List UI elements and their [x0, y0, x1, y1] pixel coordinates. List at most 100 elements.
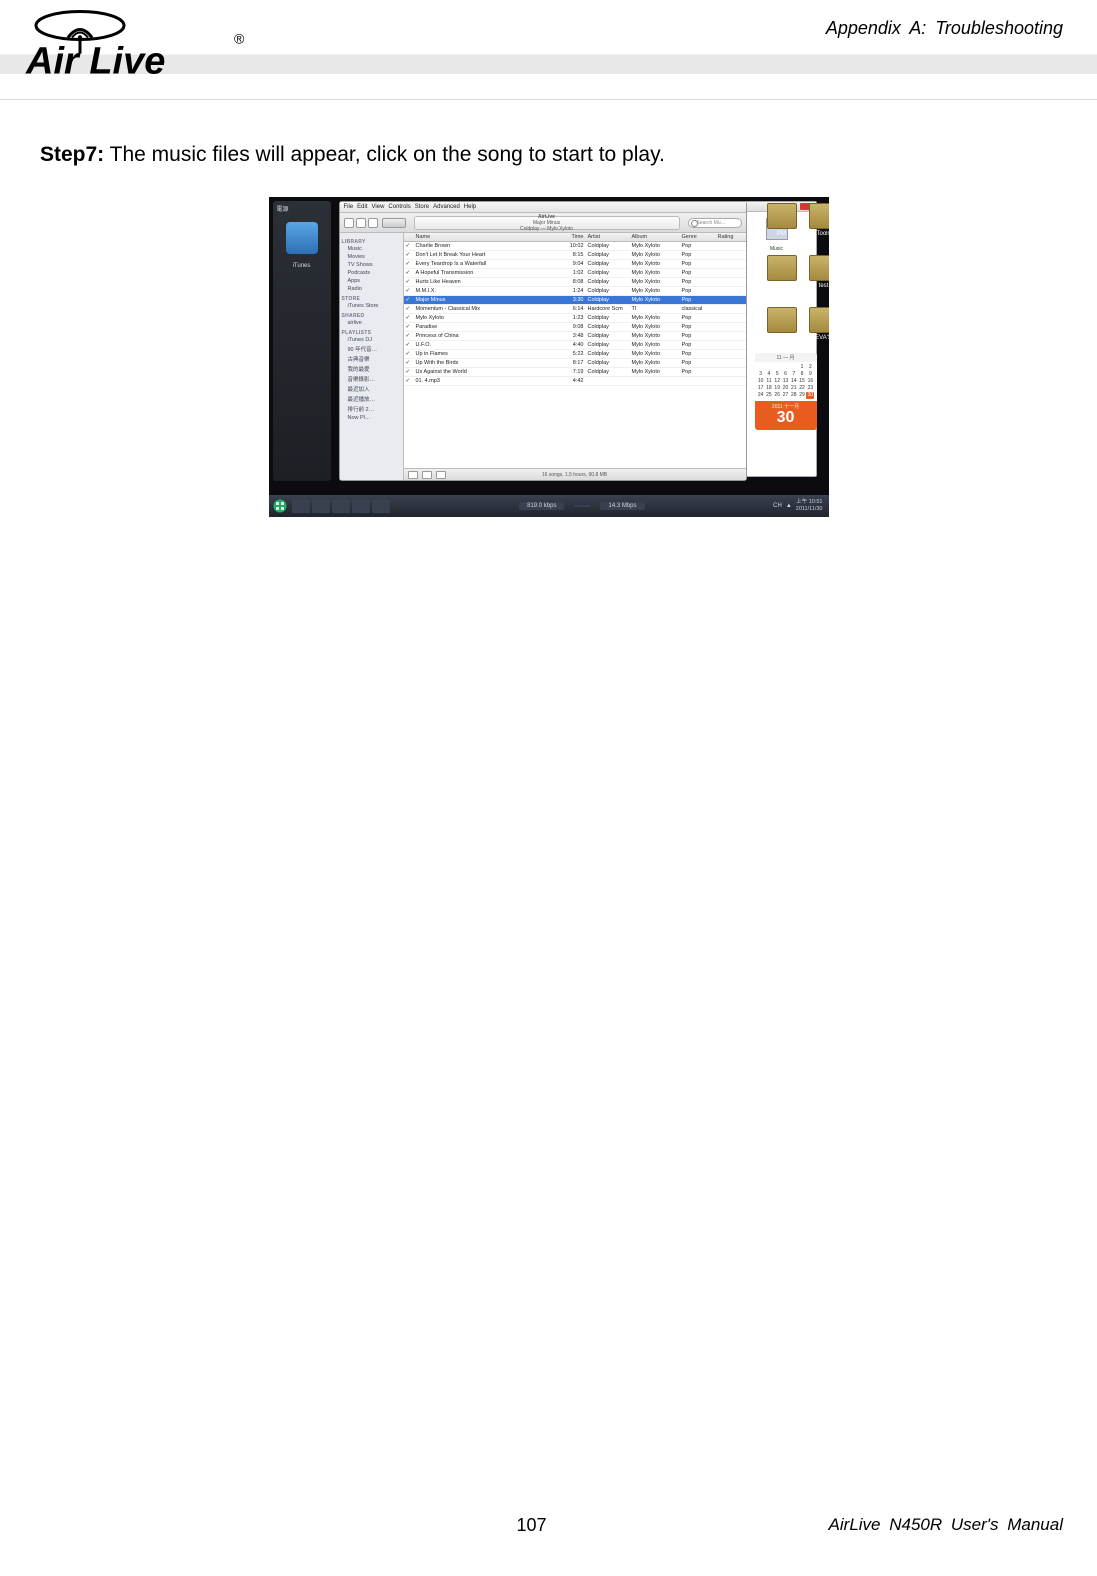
calendar-gadget[interactable]: 11 — 月 123456789101112131415161718192021… — [755, 353, 817, 430]
page-header: Air Live ® Appendix A: Troubleshooting — [0, 0, 1097, 100]
track-list[interactable]: ✓Charlie Brown10:02ColdplayMylo XylotoPo… — [404, 242, 746, 468]
appendix-label: Appendix A: Troubleshooting — [826, 18, 1063, 39]
playback-controls — [344, 218, 378, 228]
net-sep — [574, 505, 590, 507]
column-header[interactable]: Artist — [586, 233, 630, 241]
page-footer: 107 AirLive N450R User's Manual — [0, 1515, 1097, 1536]
desktop-dock: 電源 iTunes — [273, 201, 331, 481]
sidebar-item[interactable]: Apps — [342, 277, 401, 285]
itunes-desktop-icon[interactable] — [286, 222, 318, 254]
dock-label: 電源 — [273, 201, 331, 216]
step-text: Step7: The music files will appear, clic… — [40, 140, 1057, 169]
menu-item[interactable]: Edit — [357, 204, 367, 210]
track-row[interactable]: ✓Hurts Like Heaven8:08ColdplayMylo Xylot… — [404, 278, 746, 287]
column-header[interactable]: Rating — [716, 233, 746, 241]
lang-indicator[interactable]: CH — [773, 503, 782, 509]
sidebar-item[interactable]: iTunes DJ — [342, 336, 401, 344]
clock-time: 上午 10:51 — [796, 499, 823, 506]
track-row[interactable]: ✓01. 4.mp34:42 — [404, 377, 746, 386]
desktop-icon[interactable]: OLD — [761, 255, 803, 303]
column-header[interactable]: Name — [414, 233, 560, 241]
library-summary: 16 songs, 1.5 hours, 90.8 MB — [542, 472, 607, 478]
tray-icon[interactable]: ▲ — [786, 503, 792, 509]
sidebar-item[interactable]: 最近播放… — [342, 394, 401, 404]
track-row[interactable]: ✓Momentum - Classical Mix6:14Hardcore Sc… — [404, 305, 746, 314]
sidebar-item[interactable]: Movies — [342, 253, 401, 261]
taskbar-app-icon[interactable] — [312, 499, 330, 513]
taskbar-app-icon[interactable] — [372, 499, 390, 513]
menu-item[interactable]: Advanced — [433, 204, 460, 210]
menu-item[interactable]: Store — [415, 204, 429, 210]
clock[interactable]: 上午 10:51 2011/11/30 — [796, 499, 823, 513]
svg-text:Air Live: Air Live — [25, 41, 165, 83]
sidebar-item[interactable]: airlive — [342, 319, 401, 327]
menu-item[interactable]: File — [344, 204, 354, 210]
search-input[interactable]: Search Mu… — [688, 218, 742, 228]
step-label: Step7: — [40, 143, 104, 166]
track-row[interactable]: ✓Charlie Brown10:02ColdplayMylo XylotoPo… — [404, 242, 746, 251]
menu-item[interactable]: Controls — [388, 204, 410, 210]
sidebar-item[interactable]: iTunes Store — [342, 302, 401, 310]
column-header[interactable]: Time — [560, 233, 586, 241]
desktop-icon[interactable]: airlive — [761, 307, 803, 355]
play-button[interactable] — [356, 218, 366, 228]
menu-item[interactable]: View — [372, 204, 385, 210]
track-row[interactable]: ✓Princess of China3:48ColdplayMylo Xylot… — [404, 332, 746, 341]
track-list-header[interactable]: NameTimeArtistAlbumGenreRating — [404, 233, 746, 242]
column-header[interactable]: Album — [630, 233, 680, 241]
brand-logo: Air Live ® — [20, 0, 260, 90]
sidebar-item[interactable]: 古典音樂 — [342, 354, 401, 364]
footer-buttons[interactable] — [408, 471, 446, 479]
calendar-date: 2011 十一月 30 — [755, 401, 817, 430]
sidebar-item[interactable]: Now Pl… — [342, 414, 401, 422]
sidebar-item[interactable]: 我的最愛 — [342, 364, 401, 374]
track-row[interactable]: ✓Major Minus3:30ColdplayMylo XylotoPop — [404, 296, 746, 305]
sidebar-item[interactable]: TV Shows — [342, 261, 401, 269]
screenshot: 電源 iTunes Music Vol. 1 11 — 月 1234567891… — [269, 197, 829, 517]
sidebar-item[interactable]: 90 年代音… — [342, 344, 401, 354]
svg-text:®: ® — [234, 31, 245, 47]
desktop-icon[interactable]: test — [803, 255, 829, 303]
track-row[interactable]: ✓Every Teardrop Is a Waterfall9:04Coldpl… — [404, 260, 746, 269]
sidebar-item[interactable]: 排行前 2… — [342, 404, 401, 414]
track-row[interactable]: ✓Us Against the World7:19ColdplayMylo Xy… — [404, 368, 746, 377]
itunes-window[interactable]: FileEdit ViewControls Store Advanced Help Ai… — [339, 201, 747, 481]
sidebar-item[interactable]: Radio — [342, 285, 401, 293]
track-row[interactable]: ✓Up With the Birds8:17ColdplayMylo Xylot… — [404, 359, 746, 368]
prev-button[interactable] — [344, 218, 354, 228]
track-row[interactable]: ✓Up in Flames5:22ColdplayMylo XylotoPop — [404, 350, 746, 359]
track-row[interactable]: ✓Paradise9:08ColdplayMylo XylotoPop — [404, 323, 746, 332]
volume-slider[interactable] — [382, 218, 406, 228]
desktop-icon[interactable]: Tools — [803, 203, 829, 251]
sidebar-item[interactable]: 最近加入 — [342, 384, 401, 394]
sidebar-item[interactable]: 音樂錄影… — [342, 374, 401, 384]
itunes-status-bar: 16 songs, 1.5 hours, 90.8 MB — [404, 468, 746, 480]
itunes-menu-bar[interactable]: FileEdit ViewControls Store Advanced Help — [340, 202, 746, 213]
track-row[interactable]: ✓Don't Let It Break Your Heart8:15Coldpl… — [404, 251, 746, 260]
column-header[interactable] — [404, 233, 414, 241]
start-button[interactable] — [269, 495, 291, 517]
track-row[interactable]: ✓U.F.O.4:40ColdplayMylo XylotoPop — [404, 341, 746, 350]
itunes-sidebar[interactable]: LIBRARYMusicMoviesTV ShowsPodcastsAppsRa… — [340, 233, 404, 480]
desktop-icon[interactable]: EVA'S — [803, 307, 829, 355]
track-row[interactable]: ✓M.M.I.X.1:24ColdplayMylo XylotoPop — [404, 287, 746, 296]
next-button[interactable] — [368, 218, 378, 228]
taskbar-app-icon[interactable] — [332, 499, 350, 513]
net-upload: 819.0 kbps — [519, 502, 564, 510]
now-playing-artist: Coldplay — Mylo Xyloto — [520, 226, 573, 232]
step-description: The music files will appear, click on th… — [110, 143, 665, 166]
sidebar-item[interactable]: Music — [342, 245, 401, 253]
desktop-icon[interactable]: PM — [761, 203, 803, 251]
track-row[interactable]: ✓Mylo Xyloto1:23ColdplayMylo XylotoPop — [404, 314, 746, 323]
taskbar-app-icon[interactable] — [292, 499, 310, 513]
itunes-toolbar: AirLive Major Minus Coldplay — Mylo Xylo… — [340, 213, 746, 233]
menu-item[interactable]: Help — [464, 204, 476, 210]
net-download: 14.3 Mbps — [600, 502, 644, 510]
track-row[interactable]: ✓A Hopeful Transmission1:02ColdplayMylo … — [404, 269, 746, 278]
windows-taskbar[interactable]: 819.0 kbps 14.3 Mbps CH ▲ 上午 10:51 2011/… — [269, 495, 829, 517]
manual-title: AirLive N450R User's Manual — [829, 1515, 1063, 1535]
now-playing-lcd: AirLive Major Minus Coldplay — Mylo Xylo… — [414, 216, 680, 230]
sidebar-item[interactable]: Podcasts — [342, 269, 401, 277]
taskbar-app-icon[interactable] — [352, 499, 370, 513]
column-header[interactable]: Genre — [680, 233, 716, 241]
